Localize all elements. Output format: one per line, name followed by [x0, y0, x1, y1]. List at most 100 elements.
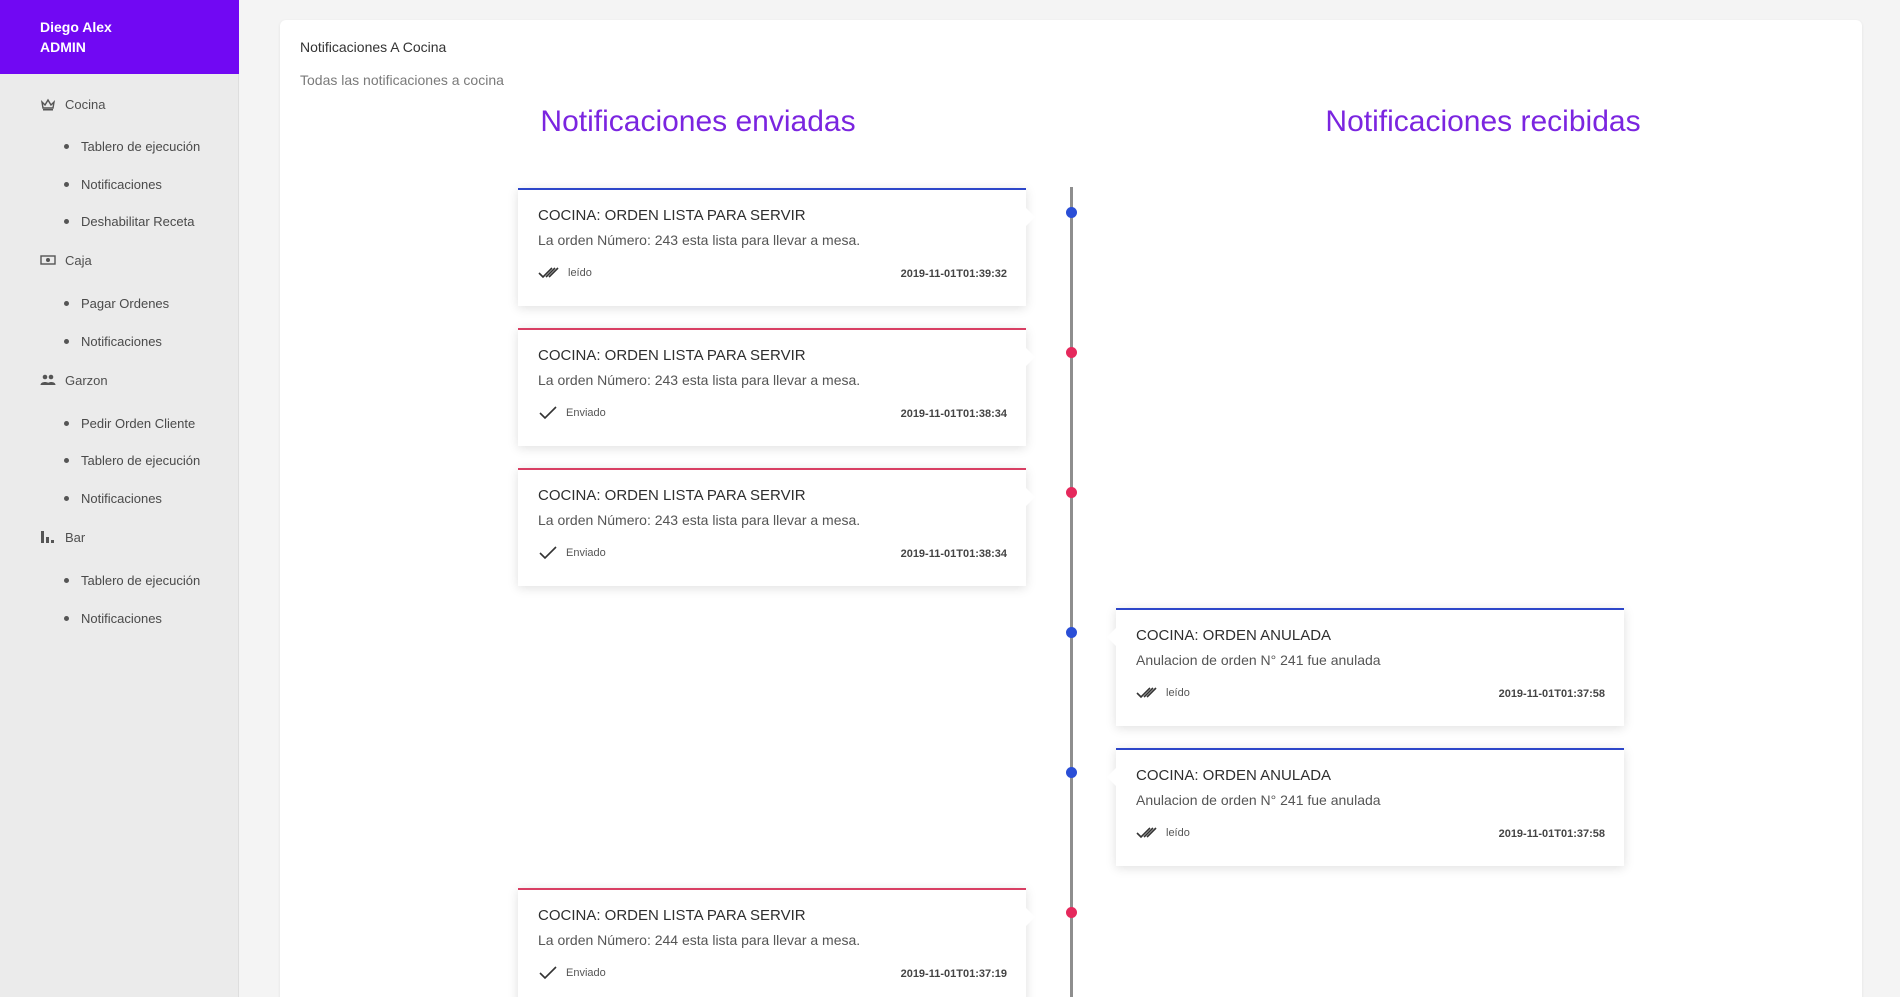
sidebar-section-cocina[interactable]: Cocina	[40, 94, 105, 114]
bullet-icon	[64, 300, 69, 306]
check-icon	[539, 966, 557, 980]
sidebar-item-notificaciones-garzon[interactable]: Notificaciones	[64, 488, 162, 508]
sidebar-item-label: Tablero de ejecución	[81, 452, 201, 468]
sidebar-item-tablero-cocina[interactable]: Tablero de ejecución	[64, 136, 200, 156]
notification-time: 2019-11-01T01:38:34	[900, 548, 1007, 560]
user-role: ADMIN	[40, 39, 86, 55]
user-header: Diego Alex ADMIN	[0, 0, 239, 74]
timeline-dot	[1066, 207, 1077, 218]
notification-body: La orden Número: 243 esta lista para lle…	[538, 512, 861, 528]
page-title: Notificaciones A Cocina	[300, 39, 447, 55]
notification-title: COCINA: ORDEN LISTA PARA SERVIR	[538, 207, 806, 224]
sidebar-item-label: Tablero de ejecución	[81, 572, 201, 588]
received-column-title: Notificaciones recibidas	[1325, 105, 1641, 138]
sidebar-item-tablero-bar[interactable]: Tablero de ejecución	[64, 570, 200, 590]
sidebar-item-pagar-ordenes[interactable]: Pagar Ordenes	[64, 293, 169, 313]
people-icon	[40, 373, 56, 387]
card-arrow	[1026, 488, 1035, 506]
notification-title: COCINA: ORDEN LISTA PARA SERVIR	[538, 907, 806, 924]
bullet-icon	[64, 457, 69, 463]
sidebar: Diego Alex ADMIN Cocina Tablero de ejecu…	[0, 0, 239, 997]
notification-body: La orden Número: 244 esta lista para lle…	[538, 932, 861, 948]
card-arrow	[1026, 348, 1035, 366]
money-icon	[40, 253, 56, 267]
notification-time: 2019-11-01T01:37:58	[1498, 828, 1605, 840]
notification-card[interactable]: COCINA: ORDEN LISTA PARA SERVIR La orden…	[518, 188, 1035, 306]
notification-title: COCINA: ORDEN LISTA PARA SERVIR	[538, 487, 806, 504]
sidebar-item-label: Notificaciones	[81, 610, 162, 626]
check-icon	[539, 546, 557, 560]
crown-icon	[40, 97, 56, 111]
timeline-dot	[1066, 627, 1077, 638]
double-check-icon	[1136, 687, 1157, 699]
page-subtitle: Todas las notificaciones a cocina	[300, 72, 504, 88]
timeline-dot	[1066, 347, 1077, 358]
notification-card[interactable]: COCINA: ORDEN LISTA PARA SERVIR La orden…	[518, 328, 1035, 446]
sidebar-section-label: Bar	[65, 529, 86, 545]
sidebar-item-label: Pedir Orden Cliente	[81, 415, 196, 431]
sidebar-item-tablero-garzon[interactable]: Tablero de ejecución	[64, 450, 200, 470]
sidebar-item-label: Tablero de ejecución	[81, 138, 201, 154]
timeline-dot	[1066, 767, 1077, 778]
sidebar-item-notificaciones-cocina[interactable]: Notificaciones	[64, 174, 162, 194]
timeline-line	[1070, 187, 1073, 997]
status-label: Enviado	[566, 967, 606, 979]
status-label: Enviado	[566, 407, 606, 419]
notification-status: leído	[538, 266, 592, 280]
notification-card[interactable]: COCINA: ORDEN LISTA PARA SERVIR La orden…	[518, 888, 1035, 997]
notification-status: leído	[1136, 826, 1190, 840]
notification-title: COCINA: ORDEN ANULADA	[1136, 627, 1332, 644]
card-arrow	[1107, 768, 1116, 786]
sidebar-section-caja[interactable]: Caja	[40, 250, 92, 270]
notification-time: 2019-11-01T01:37:19	[900, 968, 1007, 980]
status-label: leído	[1166, 687, 1190, 699]
notification-status: leído	[1136, 686, 1190, 700]
notification-status: Enviado	[538, 406, 606, 420]
sidebar-item-label: Deshabilitar Receta	[81, 213, 195, 229]
card-arrow	[1026, 908, 1035, 926]
card-arrow	[1026, 208, 1035, 226]
notifications-panel: Notificaciones A Cocina Todas las notifi…	[280, 20, 1862, 997]
sidebar-section-label: Garzon	[65, 372, 108, 388]
sidebar-section-label: Cocina	[65, 96, 106, 112]
sidebar-item-notificaciones-bar[interactable]: Notificaciones	[64, 608, 162, 628]
bullet-icon	[64, 420, 69, 426]
bullet-icon	[64, 218, 69, 224]
bullet-icon	[64, 338, 69, 344]
sidebar-item-pedir-orden[interactable]: Pedir Orden Cliente	[64, 413, 195, 433]
status-label: leído	[568, 267, 592, 279]
bullet-icon	[64, 577, 69, 583]
notification-body: Anulacion de orden N° 241 fue anulada	[1136, 792, 1381, 808]
sidebar-item-label: Notificaciones	[81, 490, 162, 506]
bar-icon	[40, 530, 56, 544]
notification-time: 2019-11-01T01:38:34	[900, 408, 1007, 420]
notification-card[interactable]: COCINA: ORDEN LISTA PARA SERVIR La orden…	[518, 468, 1035, 586]
double-check-icon	[1136, 827, 1157, 839]
notification-body: La orden Número: 243 esta lista para lle…	[538, 372, 861, 388]
user-name: Diego Alex	[40, 19, 112, 35]
status-label: Enviado	[566, 547, 606, 559]
notification-body: Anulacion de orden N° 241 fue anulada	[1136, 652, 1381, 668]
sidebar-item-label: Notificaciones	[81, 176, 162, 192]
notification-card[interactable]: COCINA: ORDEN ANULADA Anulacion de orden…	[1107, 748, 1624, 866]
timeline-dot	[1066, 487, 1077, 498]
sidebar-section-bar[interactable]: Bar	[40, 527, 85, 547]
timeline-dot	[1066, 907, 1077, 918]
sidebar-item-label: Notificaciones	[81, 333, 162, 349]
notification-status: Enviado	[538, 966, 606, 980]
notification-time: 2019-11-01T01:39:32	[900, 268, 1007, 280]
notification-title: COCINA: ORDEN LISTA PARA SERVIR	[538, 347, 806, 364]
sidebar-item-deshabilitar-receta[interactable]: Deshabilitar Receta	[64, 211, 194, 231]
notification-status: Enviado	[538, 546, 606, 560]
sidebar-item-notificaciones-caja[interactable]: Notificaciones	[64, 331, 162, 351]
check-icon	[539, 406, 557, 420]
notification-time: 2019-11-01T01:37:58	[1498, 688, 1605, 700]
bullet-icon	[64, 143, 69, 149]
sidebar-section-garzon[interactable]: Garzon	[40, 370, 108, 390]
card-arrow	[1107, 628, 1116, 646]
notification-card[interactable]: COCINA: ORDEN ANULADA Anulacion de orden…	[1107, 608, 1624, 726]
bullet-icon	[64, 495, 69, 501]
bullet-icon	[64, 181, 69, 187]
status-label: leído	[1166, 827, 1190, 839]
bullet-icon	[64, 615, 69, 621]
